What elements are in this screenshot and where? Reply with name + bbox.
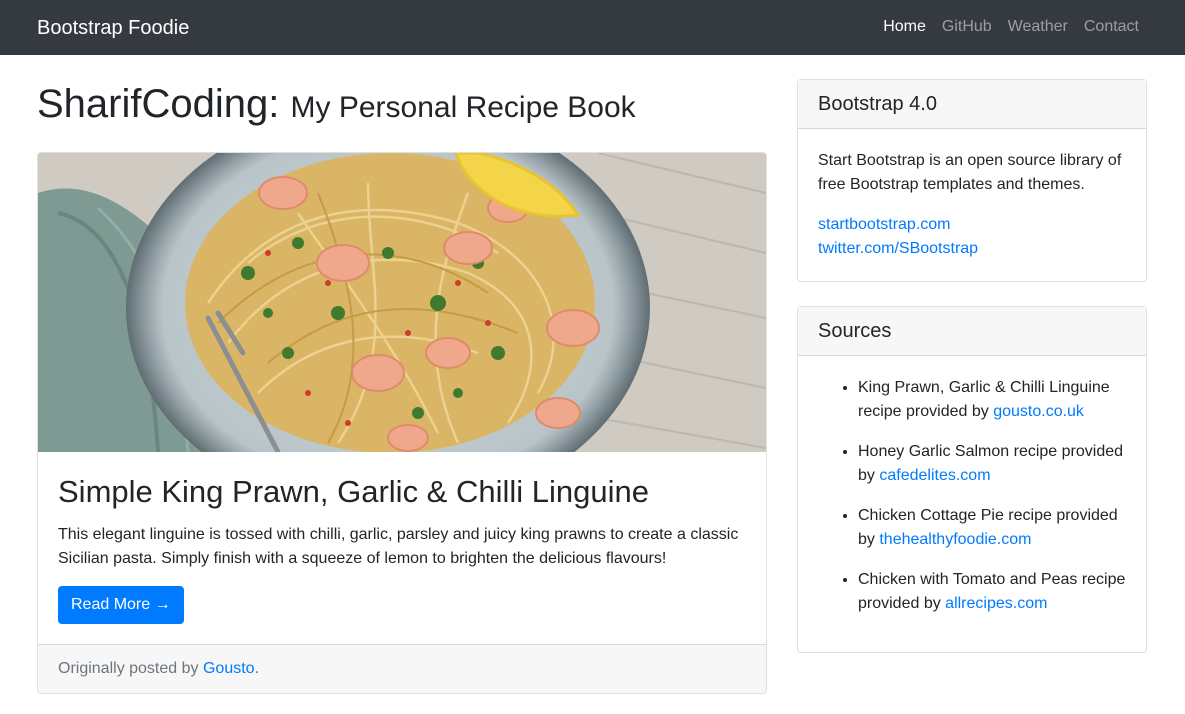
nav-link-contact[interactable]: Contact (1084, 14, 1139, 40)
post-card: Simple King Prawn, Garlic & Chilli Lingu… (37, 152, 767, 694)
page-title-main: SharifCoding: (37, 82, 280, 126)
read-more-button[interactable]: Read More → (58, 586, 184, 624)
bootstrap-card-description: Start Bootstrap is an open source librar… (818, 152, 1122, 193)
post-image (38, 153, 766, 452)
post-footer-suffix: . (254, 660, 260, 677)
bootstrap-card-body: Start Bootstrap is an open source librar… (798, 129, 1146, 261)
source-link-thehealthyfoodie[interactable]: thehealthyfoodie.com (879, 531, 1031, 548)
sources-card-header: Sources (798, 307, 1146, 356)
nav-link-weather[interactable]: Weather (1008, 14, 1068, 40)
sources-list: King Prawn, Garlic & Chilli Linguine rec… (798, 356, 1146, 616)
post-footer: Originally posted by Gousto. (38, 644, 766, 693)
navbar: Bootstrap Foodie Home GitHub Weather Con… (0, 0, 1185, 55)
page-subtitle: My Personal Recipe Book (290, 91, 636, 124)
nav-link-github[interactable]: GitHub (942, 14, 992, 40)
source-link-gousto[interactable]: gousto.co.uk (993, 403, 1084, 420)
source-link-allrecipes[interactable]: allrecipes.com (945, 595, 1047, 612)
post-author-link[interactable]: Gousto (203, 660, 255, 677)
nav-link-home[interactable]: Home (883, 14, 926, 40)
source-item: Honey Garlic Salmon recipe provided by c… (858, 440, 1126, 488)
page-title: SharifCoding: My Personal Recipe Book (37, 80, 636, 132)
nav-links: Home GitHub Weather Contact (883, 14, 1139, 40)
sources-card: Sources King Prawn, Garlic & Chilli Ling… (797, 306, 1147, 653)
startbootstrap-link[interactable]: startbootstrap.com (818, 213, 1126, 237)
source-link-cafedelites[interactable]: cafedelites.com (879, 467, 990, 484)
post-excerpt: This elegant linguine is tossed with chi… (58, 526, 739, 567)
source-item: King Prawn, Garlic & Chilli Linguine rec… (858, 376, 1126, 424)
bootstrap-card-header: Bootstrap 4.0 (798, 80, 1146, 129)
bootstrap-card: Bootstrap 4.0 Start Bootstrap is an open… (797, 79, 1147, 282)
post-footer-prefix: Originally posted by (58, 660, 199, 677)
source-item: Chicken Cottage Pie recipe provided by t… (858, 504, 1126, 552)
navbar-brand[interactable]: Bootstrap Foodie (37, 14, 189, 42)
source-item: Chicken with Tomato and Peas recipe prov… (858, 568, 1126, 616)
twitter-link[interactable]: twitter.com/SBootstrap (818, 237, 1126, 261)
post-title: Simple King Prawn, Garlic & Chilli Lingu… (58, 474, 649, 509)
